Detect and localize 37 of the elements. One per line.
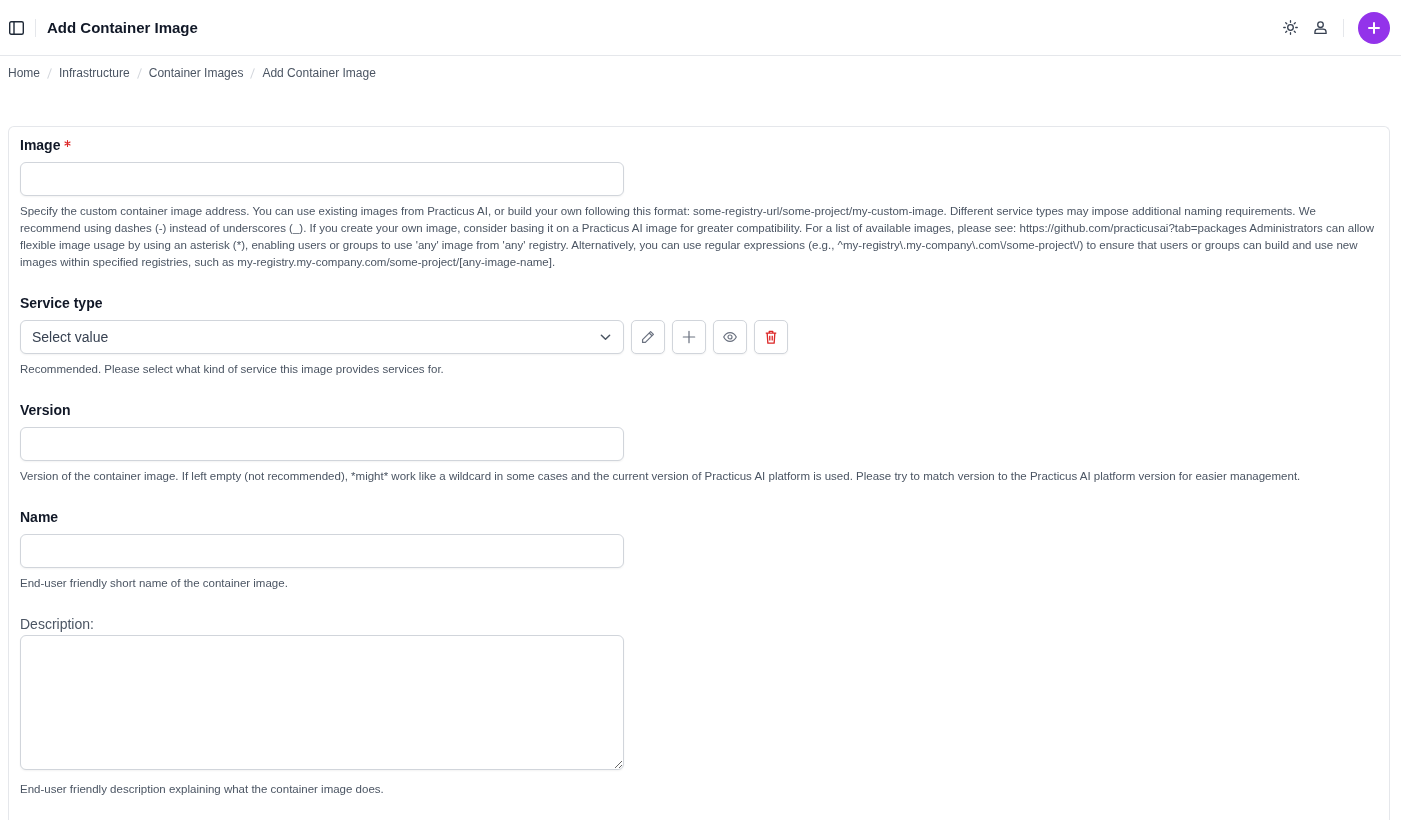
delete-button[interactable]: [754, 320, 788, 354]
eye-icon: [723, 330, 737, 344]
breadcrumb-link[interactable]: Infrastructure: [59, 66, 130, 80]
textarea-field[interactable]: [20, 635, 624, 770]
text-input[interactable]: [20, 534, 624, 568]
field-label: Image: [20, 137, 61, 153]
user-icon: [1313, 21, 1327, 34]
theme-toggle-button[interactable]: [1282, 19, 1298, 36]
text-input[interactable]: [20, 427, 624, 461]
sun-icon: [1282, 20, 1298, 35]
field-label: Description:: [20, 616, 94, 632]
help-text: Version of the container image. If left empty (not recommended), *might* work like a wildcard in some cases and the current version of Practicus AI platform is used. Please try to match version to the Practicus AI platform version for easier management.: [20, 469, 1302, 484]
create-button[interactable]: [1358, 11, 1390, 44]
help-text: Recommended. Please select what kind of service this image provides services for.: [20, 362, 445, 377]
breadcrumb-current: Add Container Image: [262, 66, 376, 80]
sidebar-toggle-button[interactable]: [8, 19, 25, 36]
add-button[interactable]: [672, 320, 706, 354]
help-text: End-user friendly short name of the container image.: [20, 576, 289, 591]
plus-icon: [1368, 21, 1380, 34]
field-label: Service type: [20, 295, 103, 311]
plus-icon: [682, 330, 696, 344]
field-label: Name: [20, 509, 59, 525]
breadcrumb-link[interactable]: Container Images: [148, 66, 244, 80]
view-button[interactable]: [713, 320, 747, 354]
page-title: Add Container Image: [47, 19, 198, 36]
user-button[interactable]: [1312, 19, 1328, 36]
pencil-icon: [641, 330, 655, 344]
help-text: End-user friendly description explaining what the container image does.: [20, 782, 385, 797]
chevron-down-icon: [600, 331, 611, 343]
trash-icon: [764, 330, 778, 344]
select-dropdown[interactable]: Select value: [20, 320, 624, 354]
breadcrumb-link[interactable]: Home: [8, 66, 40, 80]
field-label: Version: [20, 402, 71, 418]
edit-button[interactable]: [631, 320, 665, 354]
help-text: Specify the custom container image address. You can use existing images from Practicus AI, or build your own following this format: some-registry-url/some-project/my-custom-image. Different service types may impose additional naming requirements. We recommend using dashes (-) instead of underscores (_). If you create your own image, consider basing it on a Practicus AI image for greater compatibility. For a list of available images, please see: https://github.com/practicusai?tab=packages Administrators can allow flexible image usage by using an asterisk (*), enabling users or groups to use 'any' image from 'any' registry. Alternatively, you can use regular expressions (e.g., ^my-registry\.my-company\.com\/some-project\/) to ensure that users or groups can build and use new images within specified registries, such as my-registry.my-company.com/some-project/[any-image-name].: [20, 204, 1375, 270]
text-input[interactable]: [20, 162, 624, 196]
sidebar-panel-icon: [9, 20, 24, 35]
